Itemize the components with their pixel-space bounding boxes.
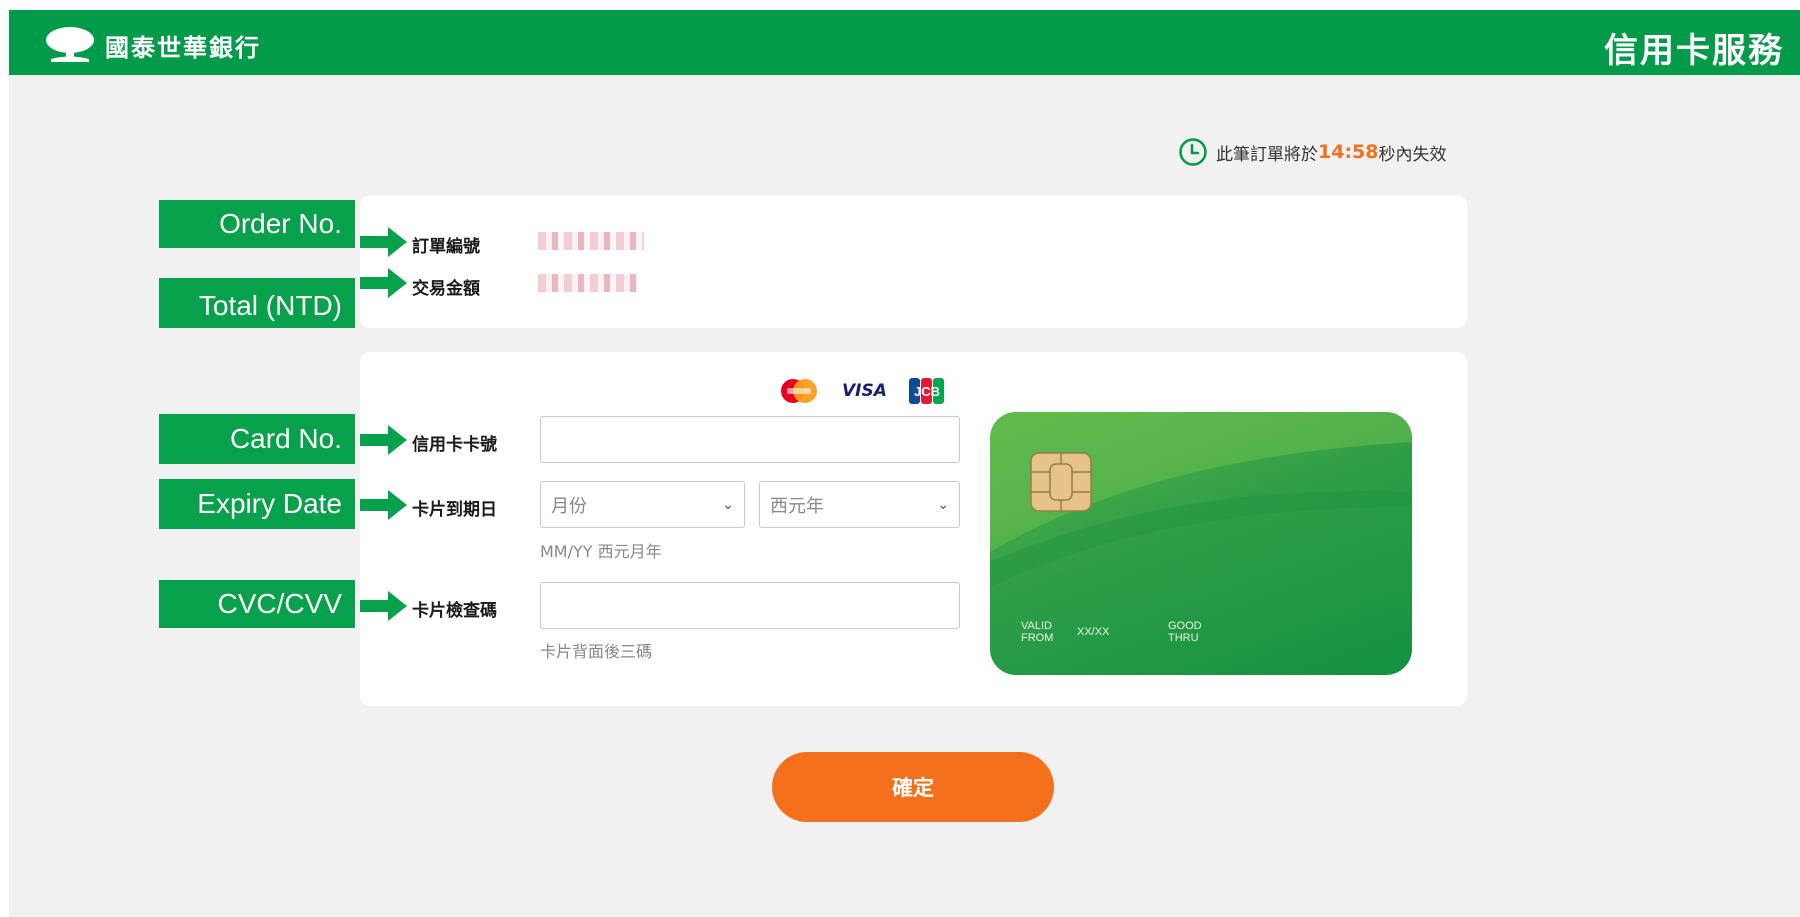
jcb-icon: JCB <box>908 378 944 404</box>
total-value-redacted <box>538 274 638 292</box>
arrow-right-icon <box>360 490 407 520</box>
header-bar: 國泰世華銀行 信用卡服務 <box>9 10 1800 75</box>
arrow-right-icon <box>360 268 407 298</box>
chip-icon <box>1030 452 1092 512</box>
credit-card-preview: VALID FROM XX/XX GOOD THRU <box>990 412 1412 675</box>
expiry-month-select[interactable]: 月份 ⌄ <box>540 481 745 528</box>
order-info-card <box>360 195 1467 328</box>
order-no-value-redacted <box>538 232 644 250</box>
cvc-input[interactable] <box>540 582 960 629</box>
annotation-order-no: Order No. <box>159 200 355 248</box>
annotation-expiry: Expiry Date <box>159 479 355 529</box>
order-no-label: 訂單編號 <box>412 237 480 257</box>
valid-from-value: XX/XX <box>1077 626 1110 638</box>
valid-from-label: VALID FROM <box>1021 620 1054 644</box>
expiry-label: 卡片到期日 <box>412 500 497 520</box>
card-network-logos: VISA JCB <box>778 378 945 404</box>
timer-suffix: 秒內失效 <box>1378 144 1447 165</box>
arrow-right-icon <box>360 591 407 621</box>
cvc-label: 卡片檢查碼 <box>412 601 497 621</box>
timer-countdown: 14:58 <box>1318 141 1379 163</box>
annotation-cvc: CVC/CVV <box>159 580 355 628</box>
cvc-hint: 卡片背面後三碼 <box>540 642 653 661</box>
expiry-month-value: 月份 <box>551 495 587 517</box>
expiry-year-value: 西元年 <box>770 495 824 517</box>
expiry-year-select[interactable]: 西元年 ⌄ <box>759 481 960 528</box>
annotation-card-no: Card No. <box>159 414 355 464</box>
bank-brand[interactable]: 國泰世華銀行 <box>43 26 261 64</box>
arrow-right-icon <box>360 425 407 455</box>
card-number-input[interactable] <box>540 416 960 463</box>
mastercard-icon <box>781 379 817 403</box>
clock-icon <box>1179 138 1207 166</box>
arrow-right-icon <box>360 227 407 257</box>
confirm-button[interactable]: 確定 <box>772 752 1054 822</box>
expiry-hint: MM/YY 西元月年 <box>540 542 662 561</box>
chevron-down-icon: ⌄ <box>722 496 734 513</box>
chevron-down-icon: ⌄ <box>937 496 949 513</box>
order-timer: 此筆訂單將於 14:58 秒內失效 <box>1178 137 1446 167</box>
tree-logo-icon <box>46 27 94 62</box>
svg-text:JCB: JCB <box>914 384 940 399</box>
bank-name: 國泰世華銀行 <box>105 33 261 62</box>
good-thru-label: GOOD THRU <box>1168 620 1202 644</box>
card-no-label: 信用卡卡號 <box>412 435 497 455</box>
timer-prefix: 此筆訂單將於 <box>1216 144 1318 165</box>
service-title: 信用卡服務 <box>1604 31 1784 71</box>
annotation-total: Total (NTD) <box>159 278 355 328</box>
visa-icon: VISA <box>842 381 887 401</box>
total-label: 交易金額 <box>412 279 480 299</box>
